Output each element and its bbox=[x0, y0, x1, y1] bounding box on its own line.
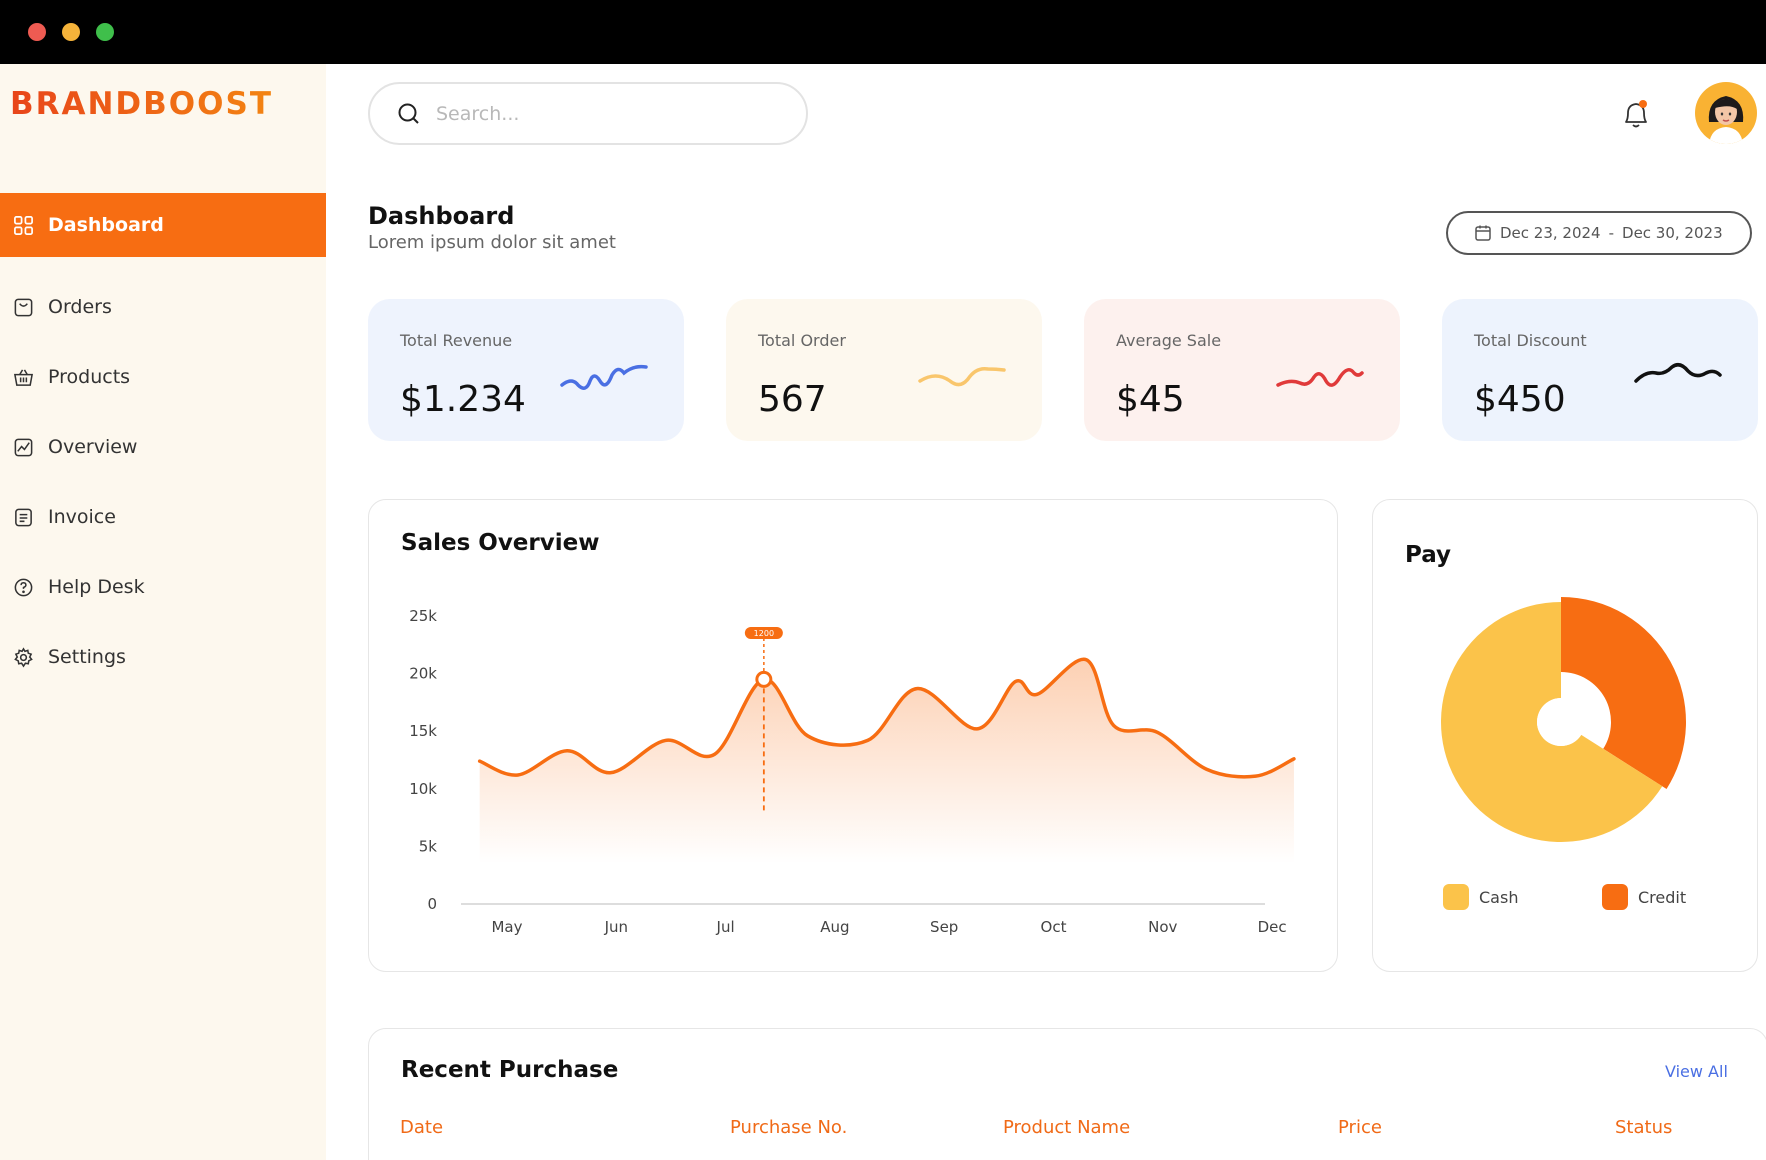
date-separator: - bbox=[1608, 224, 1615, 242]
sidebar-item-label: Settings bbox=[48, 646, 126, 668]
donut-hole bbox=[1537, 698, 1585, 746]
y-tick-label: 20k bbox=[409, 665, 437, 683]
tooltip-label: 1200 bbox=[754, 629, 774, 638]
minimize-window-button[interactable] bbox=[62, 23, 80, 41]
legend-swatch-cash bbox=[1443, 884, 1469, 910]
date-range-picker[interactable]: Dec 23, 2024 - Dec 30, 2023 bbox=[1446, 211, 1752, 255]
stat-value: $45 bbox=[1116, 379, 1185, 420]
legend-swatch-credit bbox=[1602, 884, 1628, 910]
recent-purchase-title: Recent Purchase bbox=[401, 1057, 619, 1083]
close-window-button[interactable] bbox=[28, 23, 46, 41]
legend-label-cash: Cash bbox=[1479, 887, 1519, 907]
search-input[interactable] bbox=[436, 102, 776, 125]
sidebar-item-orders[interactable]: Orders bbox=[0, 275, 326, 339]
sidebar-item-invoice[interactable]: Invoice bbox=[0, 485, 326, 549]
view-all-link[interactable]: View All bbox=[1665, 1062, 1728, 1081]
sidebar-item-label: Products bbox=[48, 366, 131, 388]
x-tick-label: Aug bbox=[820, 918, 849, 936]
orders-icon bbox=[12, 296, 34, 318]
gear-icon bbox=[12, 646, 34, 668]
sidebar-item-dashboard[interactable]: Dashboard bbox=[0, 193, 326, 257]
sidebar-item-label: Orders bbox=[48, 296, 112, 318]
column-header-price[interactable]: Price bbox=[1338, 1117, 1382, 1138]
notification-dot bbox=[1639, 100, 1647, 108]
sidebar-item-label: Overview bbox=[48, 436, 138, 458]
y-tick-label: 5k bbox=[419, 837, 438, 855]
x-tick-label: Sep bbox=[930, 918, 958, 936]
window-titlebar bbox=[0, 0, 1766, 64]
sidebar-item-products[interactable]: Products bbox=[0, 345, 326, 409]
x-tick-label: Jun bbox=[604, 918, 628, 936]
chart-icon bbox=[12, 436, 34, 458]
stat-label: Total Revenue bbox=[400, 331, 513, 350]
sparkline-icon bbox=[1634, 363, 1722, 383]
stat-value: $450 bbox=[1474, 379, 1566, 420]
date-from: Dec 23, 2024 bbox=[1500, 224, 1601, 242]
stat-card-total-order[interactable]: Total Order 567 bbox=[726, 299, 1042, 441]
column-header-product-name[interactable]: Product Name bbox=[1003, 1117, 1130, 1138]
legend-item-cash: Cash bbox=[1443, 884, 1518, 910]
basket-icon bbox=[12, 366, 34, 388]
search-icon bbox=[398, 103, 419, 124]
invoice-icon bbox=[12, 506, 34, 528]
x-tick-label: Jul bbox=[716, 918, 735, 936]
y-tick-label: 25k bbox=[409, 607, 437, 625]
x-tick-label: Dec bbox=[1258, 918, 1287, 936]
stat-value: $1.234 bbox=[400, 379, 526, 420]
sidebar-item-label: Help Desk bbox=[48, 576, 145, 598]
sidebar-item-label: Dashboard bbox=[48, 214, 164, 236]
x-tick-label: Nov bbox=[1148, 918, 1177, 936]
pay-donut-chart bbox=[1441, 597, 1686, 842]
column-header-date[interactable]: Date bbox=[400, 1117, 443, 1138]
bell-icon bbox=[1625, 100, 1647, 128]
stat-card-total-discount[interactable]: Total Discount $450 bbox=[1442, 299, 1758, 441]
column-header-purchase-no[interactable]: Purchase No. bbox=[730, 1117, 847, 1138]
sparkline-icon bbox=[1276, 368, 1364, 387]
sales-area-fill bbox=[479, 659, 1294, 864]
legend-label-credit: Credit bbox=[1638, 887, 1687, 907]
sidebar: BRANDBOOST Dashboard Orders Products Ove… bbox=[0, 64, 326, 1160]
help-icon bbox=[12, 576, 34, 598]
page-subtitle: Lorem ipsum dolor sit amet bbox=[368, 232, 616, 253]
sales-overview-chart: 0 5k 10k 15k 20k 25k May Jun Jul Aug Sep Oct Nov Dec 1… bbox=[409, 607, 1296, 936]
search-bar[interactable] bbox=[368, 82, 808, 145]
avatar-icon bbox=[1708, 96, 1744, 144]
stat-label: Total Discount bbox=[1474, 331, 1587, 350]
y-tick-label: 0 bbox=[427, 895, 437, 913]
sidebar-item-settings[interactable]: Settings bbox=[0, 625, 326, 689]
notification-button[interactable] bbox=[1620, 97, 1652, 131]
x-tick-label: May bbox=[491, 918, 522, 936]
stat-card-average-sale[interactable]: Average Sale $45 bbox=[1084, 299, 1400, 441]
highlight-point bbox=[755, 670, 773, 688]
sparkline-icon bbox=[560, 364, 648, 390]
brand-name: BRANDBOOST bbox=[10, 86, 273, 122]
sidebar-item-overview[interactable]: Overview bbox=[0, 415, 326, 479]
page-title: Dashboard bbox=[368, 202, 515, 230]
brand-logo[interactable]: BRANDBOOST bbox=[10, 84, 273, 124]
stat-card-total-revenue[interactable]: Total Revenue $1.234 bbox=[368, 299, 684, 441]
x-tick-label: Oct bbox=[1041, 918, 1067, 936]
pay-panel: Pay bbox=[1372, 499, 1758, 972]
stat-value: 567 bbox=[758, 379, 827, 420]
sidebar-item-help-desk[interactable]: Help Desk bbox=[0, 555, 326, 619]
calendar-icon bbox=[1475, 225, 1491, 241]
date-to: Dec 30, 2023 bbox=[1622, 224, 1723, 242]
y-tick-label: 15k bbox=[409, 722, 437, 740]
maximize-window-button[interactable] bbox=[96, 23, 114, 41]
sparkline-icon bbox=[918, 366, 1006, 387]
column-header-status[interactable]: Status bbox=[1615, 1117, 1672, 1138]
recent-purchase-panel: Recent Purchase bbox=[368, 1028, 1766, 1160]
stat-label: Average Sale bbox=[1116, 331, 1222, 350]
grid-icon bbox=[12, 214, 34, 236]
user-avatar[interactable] bbox=[1695, 82, 1757, 144]
sidebar-item-label: Invoice bbox=[48, 506, 116, 528]
stat-label: Total Order bbox=[758, 331, 846, 350]
legend-item-credit: Credit bbox=[1602, 884, 1686, 910]
y-tick-label: 10k bbox=[409, 780, 437, 798]
sales-overview-panel: Sales Overview 0 5k 10k 15k 20k 25k May Jun Jul A… bbox=[368, 499, 1338, 972]
